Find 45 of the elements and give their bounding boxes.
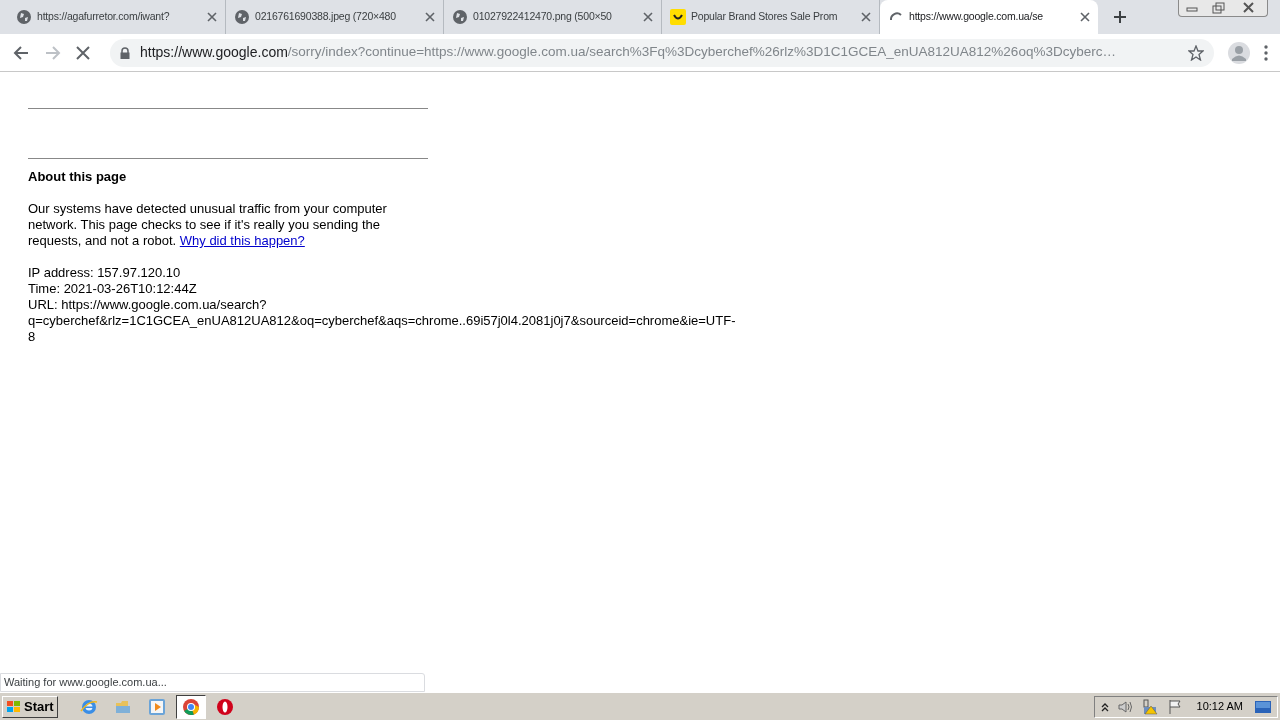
globe-icon	[16, 9, 32, 25]
close-icon[interactable]	[643, 12, 653, 22]
desktop-icon[interactable]	[1255, 700, 1271, 713]
windows-logo-icon	[6, 699, 22, 714]
status-bubble: Waiting for www.google.com.ua...	[0, 673, 425, 692]
opera-icon	[215, 697, 234, 716]
network-warning-icon[interactable]	[1140, 698, 1159, 715]
tab-title: https://www.google.com.ua/se	[909, 9, 1044, 25]
tab-title: Popular Brand Stores Sale Prom	[691, 9, 839, 25]
chrome-icon	[181, 697, 200, 716]
stop-icon[interactable]	[76, 45, 90, 60]
speaker-icon[interactable]	[1116, 699, 1133, 714]
star-icon[interactable]	[1188, 44, 1204, 61]
taskbar-app[interactable]	[175, 694, 206, 719]
lock-icon	[120, 46, 130, 59]
new-tab-icon[interactable]	[1113, 10, 1127, 24]
browser-tab[interactable]: https://www.google.com.ua/se	[880, 0, 1098, 34]
back-icon[interactable]	[12, 43, 30, 62]
page-heading: About this page	[28, 169, 128, 185]
clock: 10:12 AM	[1196, 699, 1243, 715]
globe-icon	[234, 9, 250, 25]
tab-title: https://agafurretor.com/iwant?	[37, 9, 171, 25]
close-icon[interactable]	[425, 12, 435, 22]
chevron-up-icon[interactable]	[1100, 701, 1109, 712]
flag-icon[interactable]	[1166, 698, 1183, 715]
ip-address: IP address: 157.97.120.10	[28, 265, 182, 281]
close-icon[interactable]	[1080, 12, 1090, 22]
tab-title: 01027922412470.png (500×50	[473, 9, 613, 25]
menu-icon[interactable]	[1264, 44, 1268, 61]
play-icon	[147, 697, 166, 716]
url-path: /sorry/index?continue=https://www.google.com.ua/search%3Fq%3Dcyberchef%26rlz%3D1C1GCEA_enUA812UA812%26oq%3Dcyberc…	[287, 43, 1116, 59]
profile-icon[interactable]	[1228, 41, 1250, 64]
tab-title: 0216761690388.jpeg (720×480	[255, 9, 397, 25]
browser-e-icon	[79, 697, 98, 716]
url-host: https://www.google.com	[140, 43, 288, 62]
start-button[interactable]: Start	[2, 695, 58, 718]
why-link[interactable]: Why did this happen?	[179, 233, 305, 248]
smile-icon	[670, 9, 686, 25]
url-text: URL: https://www.google.com.ua/search?q=cyberchef&rlz=1C1GCEA_enUA812UA812&oq=cyberchef&aqs=chrome..69i57j0l4.2081j0j7&sourceid=chrome&ie=UTF-8	[28, 297, 736, 345]
close-icon[interactable]	[207, 12, 217, 22]
address-bar[interactable]: https://www.google.com/sorry/index?continue=https://www.google.com.ua/search%3Fq%3Dcyberchef%26rlz%3D1C1GCEA_enUA812UA812%26oq%3Dcyberc…	[110, 38, 1214, 67]
time-text: Time: 2021-03-26T10:12:44Z	[28, 281, 198, 297]
close-icon[interactable]	[861, 12, 871, 22]
globe-icon	[452, 9, 468, 25]
page-paragraph: Our systems have detected unusual traffic from your computer network. This page checks to see if it's really you sending the requests, and not a robot. Why did this happen?	[28, 201, 388, 249]
